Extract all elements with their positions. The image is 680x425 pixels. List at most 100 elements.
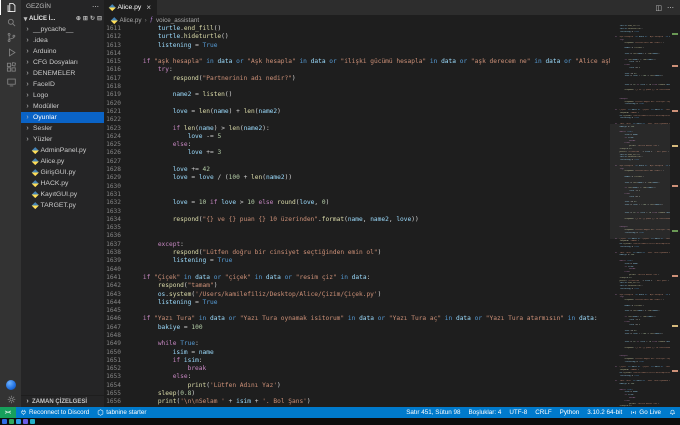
tree-item-oyunlar[interactable]: › Oyunlar	[21, 112, 104, 123]
line-number: 1625	[106, 141, 121, 149]
status-3-10-2-64-bit[interactable]: 3.10.2 64-bit	[583, 407, 626, 418]
status-crlf[interactable]: CRLF	[531, 407, 555, 418]
code-editor[interactable]: 1611 turtle.end_fill() 1612 turtle.hidetu…	[104, 25, 610, 407]
search-icon[interactable]	[0, 15, 21, 30]
new-folder-icon[interactable]: ⊞	[83, 15, 88, 22]
breadcrumb-file[interactable]: Alice.py	[120, 17, 142, 24]
line-number: 1630	[106, 182, 121, 190]
extensions-icon[interactable]	[0, 60, 21, 75]
tree-item-pycache[interactable]: › __pycache__	[21, 24, 104, 35]
tree-item-label: CFG Dosyaları	[33, 59, 78, 66]
split-editor-icon[interactable]: ◫	[655, 4, 662, 12]
chevron-right-icon: ›	[26, 136, 29, 143]
tabnine-icon	[97, 409, 104, 416]
remote-explorer-icon[interactable]	[0, 75, 21, 90]
status-sat-r-451-s-tun-98[interactable]: Satır 451, Sütun 98	[402, 407, 464, 418]
dock-app-4[interactable]	[23, 419, 28, 424]
new-file-icon[interactable]: ⊕	[76, 15, 81, 22]
tree-item-faceid[interactable]: › FaceID	[21, 79, 104, 90]
code-line: 1613 listening = True	[104, 42, 610, 50]
tree-item-alice-py[interactable]: Alice.py	[21, 156, 104, 167]
source-control-icon[interactable]	[0, 30, 21, 45]
line-text: except:	[157, 240, 184, 248]
close-icon[interactable]: ×	[146, 3, 151, 12]
dock-app-3[interactable]	[16, 419, 21, 424]
file-tree: › __pycache__ › .idea › Arduino › CFG Dosyaları…	[21, 24, 104, 395]
collapse-all-icon[interactable]: ⊟	[97, 15, 102, 22]
tree-item-y-zler[interactable]: › Yüzler	[21, 134, 104, 145]
line-number: 1653	[106, 373, 121, 381]
status-python[interactable]: Python	[556, 407, 584, 418]
dock-app-2[interactable]	[9, 419, 14, 424]
status-go-live[interactable]: Go Live	[626, 407, 665, 418]
tree-item-logo[interactable]: › Logo	[21, 90, 104, 101]
tab-alice-py[interactable]: Alice.py ×	[104, 0, 157, 15]
line-number: 1636	[106, 232, 121, 240]
symbol-function-icon: ƒ	[149, 17, 154, 23]
line-text: love += 3	[187, 149, 222, 157]
status-utf-8[interactable]: UTF-8	[505, 407, 531, 418]
explorer-section-label: ALİCE İ...	[29, 15, 56, 22]
remote-indicator[interactable]: ><	[0, 407, 16, 418]
editor-group: Alice.py × ◫ ⋯ Alice.py › ƒ voice_assista…	[104, 0, 680, 407]
code-line: 1623 if len(name) > len(name2):	[104, 125, 610, 133]
tree-item-target-py[interactable]: TARGET.py	[21, 200, 104, 211]
tree-item-giri-gui-py[interactable]: GirişGUI.py	[21, 167, 104, 178]
line-number: 1644	[106, 298, 121, 306]
tree-item-idea[interactable]: › .idea	[21, 35, 104, 46]
tree-item-sesler[interactable]: › Sesler	[21, 123, 104, 134]
tree-item-cfg-dosyalar[interactable]: › CFG Dosyaları	[21, 57, 104, 68]
tree-item-label: Logo	[33, 92, 49, 99]
line-number: 1651	[106, 356, 121, 364]
line-number: 1614	[106, 49, 121, 57]
line-number: 1646	[106, 315, 121, 323]
tree-item-mod-ller[interactable]: › Modüller	[21, 101, 104, 112]
settings-gear-icon[interactable]	[0, 392, 21, 407]
line-text: os.system('/Users/kamilefiliz/Desktop/Al…	[157, 290, 382, 298]
line-text: else:	[172, 141, 192, 149]
minimap-line: respond("Partnerinin adı nedir?")	[624, 299, 665, 302]
line-text: print('\n\nSelam ' + isim + '. Bol Şans'…	[157, 398, 311, 406]
python-file-icon	[32, 202, 39, 209]
line-text: sleep(0.8)	[157, 390, 196, 398]
line-number: 1619	[106, 91, 121, 99]
status-label: Satır 451, Sütun 98	[406, 409, 461, 416]
line-text: if len(name) > len(name2):	[172, 124, 270, 132]
overview-ruler[interactable]	[670, 25, 680, 407]
explorer-section-actions: ⊕ ⊞ ↻ ⊟	[76, 15, 102, 22]
tree-item-arduino[interactable]: › Arduino	[21, 46, 104, 57]
code-line: 1630	[104, 183, 610, 191]
more-actions-icon[interactable]: ⋯	[667, 4, 674, 12]
tree-item-denemeler[interactable]: › DENEMELER	[21, 68, 104, 79]
dock-app-5[interactable]	[30, 419, 35, 424]
dock-app-1[interactable]	[2, 419, 7, 424]
tree-item-adminpanel-py[interactable]: AdminPanel.py	[21, 145, 104, 156]
status-reconnect-to-discord[interactable]: Reconnect to Discord	[16, 407, 93, 418]
explorer-icon[interactable]	[0, 0, 21, 15]
line-number: 1650	[106, 348, 121, 356]
explorer-section-header[interactable]: ▾ ALİCE İ... ⊕ ⊞ ↻ ⊟	[21, 13, 104, 24]
tree-item-kay-tgui-py[interactable]: KayıtGUI.py	[21, 189, 104, 200]
code-line: 1654 print('Lütfen Adını Yaz')	[104, 382, 610, 390]
code-line: 1611 turtle.end_fill()	[104, 25, 610, 33]
chevron-right-icon: ›	[26, 125, 29, 132]
status-bo-luklar-4[interactable]: Boşluklar: 4	[464, 407, 505, 418]
tree-item-label: Alice.py	[40, 158, 65, 165]
minimap[interactable]: turtle.end_fill() turtle.hideturtle() li…	[610, 25, 670, 407]
line-number: 1641	[106, 273, 121, 281]
account-icon[interactable]	[0, 377, 21, 392]
code-line: 1632 love = 10 if love > 10 else round(l…	[104, 199, 610, 207]
tree-item-label: __pycache__	[33, 26, 74, 33]
tab-label: Alice.py	[117, 4, 142, 11]
line-number: 1642	[106, 282, 121, 290]
refresh-icon[interactable]: ↻	[90, 15, 95, 22]
chevron-right-icon: ›	[26, 70, 29, 77]
minimap-slider[interactable]	[610, 124, 670, 239]
tree-item-hack-py[interactable]: HACK.py	[21, 178, 104, 189]
run-debug-icon[interactable]	[0, 45, 21, 60]
views-more-actions-icon[interactable]: ⋯	[92, 3, 99, 11]
timeline-section-header[interactable]: › ZAMAN ÇİZELGESİ	[21, 395, 104, 407]
status-bell-icon[interactable]	[665, 407, 680, 418]
breadcrumb-symbol[interactable]: voice_assistant	[156, 17, 199, 24]
status-tabnine-starter[interactable]: tabnine starter	[93, 407, 150, 418]
